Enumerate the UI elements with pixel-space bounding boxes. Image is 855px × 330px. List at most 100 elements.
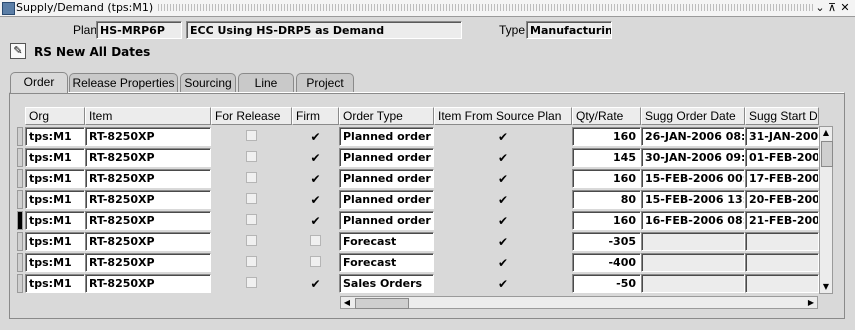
qty-rate-cell[interactable]: 160 <box>572 211 641 230</box>
org-cell[interactable]: tps:M1 <box>25 253 85 272</box>
row-selector[interactable] <box>17 253 23 272</box>
item-cell[interactable]: RT-8250XP <box>85 232 211 251</box>
qty-rate-cell[interactable]: 80 <box>572 190 641 209</box>
sugg-order-date-cell[interactable] <box>641 232 745 251</box>
column-header-item-from-source-plan[interactable]: Item From Source Plan <box>434 107 572 125</box>
horizontal-scroll-thumb[interactable] <box>355 298 409 309</box>
order-type-cell[interactable]: Forecast <box>339 253 434 272</box>
column-header-sugg-start-date[interactable]: Sugg Start Date <box>745 107 819 125</box>
sugg-start-date-cell[interactable] <box>745 232 819 251</box>
org-cell[interactable]: tps:M1 <box>25 169 85 188</box>
order-type-cell[interactable]: Forecast <box>339 232 434 251</box>
column-header-firm[interactable]: Firm <box>292 107 339 125</box>
item-from-source-plan-checkbox[interactable]: ✔ <box>434 190 572 209</box>
sugg-order-date-cell[interactable] <box>641 253 745 272</box>
sugg-start-date-cell[interactable]: 31-JAN-2006 08:36 <box>745 127 819 146</box>
qty-rate-cell[interactable]: -305 <box>572 232 641 251</box>
for-release-checkbox[interactable] <box>211 148 292 167</box>
for-release-checkbox[interactable] <box>211 127 292 146</box>
org-cell[interactable]: tps:M1 <box>25 127 85 146</box>
firm-checkbox[interactable]: ✔ <box>292 148 339 167</box>
for-release-checkbox[interactable] <box>211 274 292 293</box>
horizontal-scrollbar[interactable]: ◀ ▶ <box>340 296 818 309</box>
sugg-order-date-cell[interactable]: 26-JAN-2006 08:36 <box>641 127 745 146</box>
order-type-cell[interactable]: Planned order <box>339 148 434 167</box>
scroll-left-icon[interactable]: ◀ <box>342 297 352 308</box>
qty-rate-cell[interactable]: 160 <box>572 169 641 188</box>
item-cell[interactable]: RT-8250XP <box>85 127 211 146</box>
row-selector[interactable] <box>17 274 23 293</box>
tab-order[interactable]: Order <box>10 72 68 93</box>
for-release-checkbox[interactable] <box>211 211 292 230</box>
org-cell[interactable]: tps:M1 <box>25 274 85 293</box>
scroll-up-icon[interactable]: ▲ <box>821 128 831 138</box>
order-type-cell[interactable]: Planned order <box>339 190 434 209</box>
vertical-scrollbar[interactable]: ▲ ▼ <box>819 126 833 294</box>
for-release-checkbox[interactable] <box>211 190 292 209</box>
firm-checkbox[interactable]: ✔ <box>292 211 339 230</box>
qty-rate-cell[interactable]: -400 <box>572 253 641 272</box>
order-type-cell[interactable]: Sales Orders <box>339 274 434 293</box>
sugg-start-date-cell[interactable] <box>745 253 819 272</box>
sugg-order-date-cell[interactable] <box>641 274 745 293</box>
tab-release-properties[interactable]: Release Properties <box>69 73 178 92</box>
sugg-order-date-cell[interactable]: 16-FEB-2006 08:36 <box>641 211 745 230</box>
firm-checkbox[interactable]: ✔ <box>292 190 339 209</box>
column-header-org[interactable]: Org <box>25 107 85 125</box>
for-release-checkbox[interactable] <box>211 169 292 188</box>
sugg-order-date-cell[interactable]: 30-JAN-2006 09:12 <box>641 148 745 167</box>
plan-description-field[interactable]: ECC Using HS-DRP5 as Demand <box>186 21 462 39</box>
order-type-cell[interactable]: Planned order <box>339 169 434 188</box>
org-cell[interactable]: tps:M1 <box>25 190 85 209</box>
sugg-start-date-cell[interactable]: 21-FEB-2006 08:36 <box>745 211 819 230</box>
row-selector[interactable] <box>17 169 23 188</box>
sugg-start-date-cell[interactable]: 01-FEB-2006 09:12 <box>745 148 819 167</box>
order-type-cell[interactable]: Planned order <box>339 211 434 230</box>
org-cell[interactable]: tps:M1 <box>25 211 85 230</box>
sugg-start-date-cell[interactable] <box>745 274 819 293</box>
item-from-source-plan-checkbox[interactable]: ✔ <box>434 274 572 293</box>
qty-rate-cell[interactable]: -50 <box>572 274 641 293</box>
sugg-order-date-cell[interactable]: 15-FEB-2006 13:24 <box>641 190 745 209</box>
order-type-cell[interactable]: Planned order <box>339 127 434 146</box>
firm-checkbox[interactable] <box>292 232 339 251</box>
window-title-bar[interactable]: Supply/Demand (tps:M1) ⌄ ⊼ ✕ <box>0 0 855 17</box>
row-selector[interactable] <box>17 211 23 230</box>
item-from-source-plan-checkbox[interactable]: ✔ <box>434 211 572 230</box>
item-cell[interactable]: RT-8250XP <box>85 274 211 293</box>
firm-checkbox[interactable]: ✔ <box>292 127 339 146</box>
plan-field[interactable]: HS-MRP6P <box>96 21 182 39</box>
for-release-checkbox[interactable] <box>211 253 292 272</box>
item-from-source-plan-checkbox[interactable]: ✔ <box>434 169 572 188</box>
row-selector[interactable] <box>17 232 23 251</box>
item-cell[interactable]: RT-8250XP <box>85 169 211 188</box>
item-from-source-plan-checkbox[interactable]: ✔ <box>434 127 572 146</box>
maximize-icon[interactable]: ⊼ <box>827 1 837 14</box>
column-header-order-type[interactable]: Order Type <box>339 107 434 125</box>
scroll-right-icon[interactable]: ▶ <box>806 297 816 308</box>
row-selector[interactable] <box>17 148 23 167</box>
item-from-source-plan-checkbox[interactable]: ✔ <box>434 253 572 272</box>
type-field[interactable]: Manufacturing <box>526 21 612 39</box>
minimize-icon[interactable]: ⌄ <box>815 1 825 14</box>
firm-checkbox[interactable]: ✔ <box>292 169 339 188</box>
tab-sourcing[interactable]: Sourcing <box>180 73 236 92</box>
scroll-down-icon[interactable]: ▼ <box>821 282 831 292</box>
document-edit-icon[interactable]: ✎ <box>10 43 26 59</box>
tab-project[interactable]: Project <box>296 73 354 92</box>
org-cell[interactable]: tps:M1 <box>25 232 85 251</box>
item-cell[interactable]: RT-8250XP <box>85 190 211 209</box>
qty-rate-cell[interactable]: 145 <box>572 148 641 167</box>
row-selector[interactable] <box>17 190 23 209</box>
qty-rate-cell[interactable]: 160 <box>572 127 641 146</box>
item-cell[interactable]: RT-8250XP <box>85 253 211 272</box>
item-cell[interactable]: RT-8250XP <box>85 211 211 230</box>
item-from-source-plan-checkbox[interactable]: ✔ <box>434 232 572 251</box>
firm-checkbox[interactable]: ✔ <box>292 274 339 293</box>
tab-line[interactable]: Line <box>238 73 294 92</box>
row-selector[interactable] <box>17 127 23 146</box>
item-from-source-plan-checkbox[interactable]: ✔ <box>434 148 572 167</box>
for-release-checkbox[interactable] <box>211 232 292 251</box>
firm-checkbox[interactable] <box>292 253 339 272</box>
item-cell[interactable]: RT-8250XP <box>85 148 211 167</box>
